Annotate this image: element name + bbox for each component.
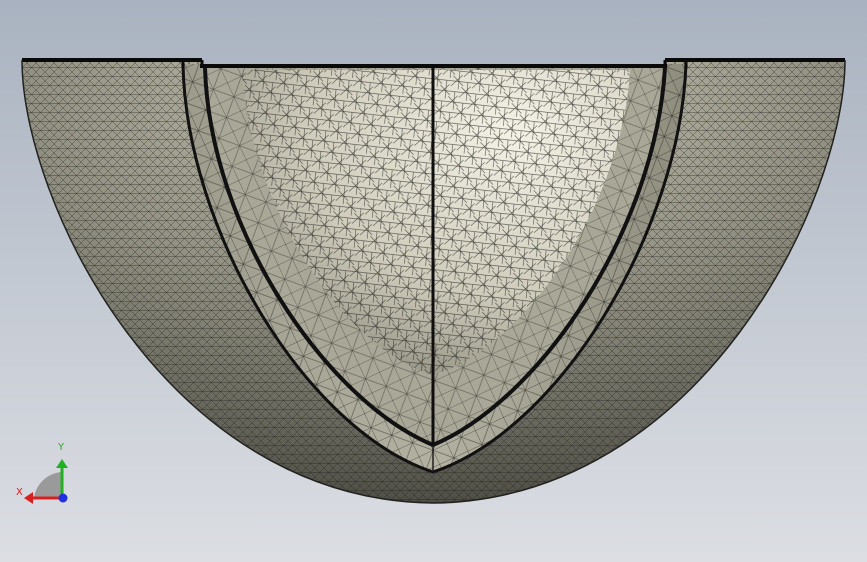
graphics-viewport[interactable]: Y X [0,0,867,562]
x-axis-arrow-icon [24,492,33,504]
mesh-model[interactable] [0,0,867,562]
z-axis-dot [58,493,68,503]
axis-triad[interactable] [24,459,68,504]
x-axis-label: X [16,487,23,498]
y-axis-arrow-icon [56,459,68,468]
y-axis-label: Y [58,442,65,453]
triad-quadrant [34,472,62,498]
